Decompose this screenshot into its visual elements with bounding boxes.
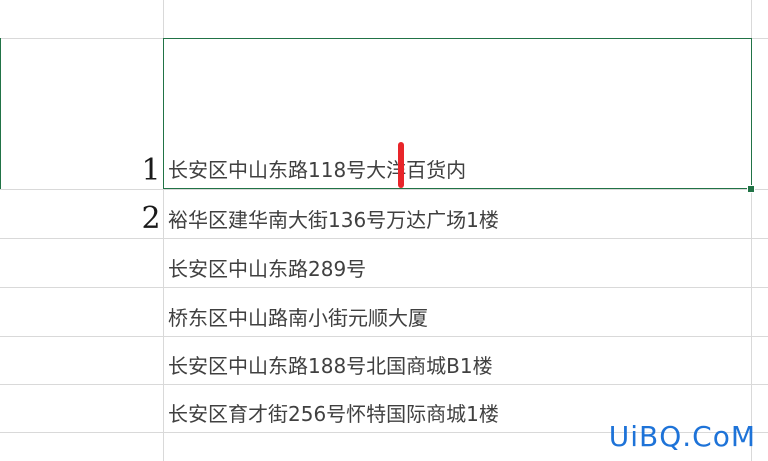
cell-address-3[interactable]: 长安区中山东路289号 (164, 256, 751, 282)
row-divider (0, 189, 768, 190)
row-divider (0, 336, 768, 337)
cell-address-4[interactable]: 桥东区中山路南小街元顺大厦 (164, 305, 751, 331)
annotation-marker-2: 2 (141, 201, 161, 236)
row-divider (0, 238, 768, 239)
cell-address-5[interactable]: 长安区中山东路188号北国商城B1楼 (164, 353, 751, 379)
text-cursor-marker (398, 142, 404, 188)
fill-handle[interactable] (747, 185, 755, 193)
row-divider (0, 287, 768, 288)
cell-address-2[interactable]: 裕华区建华南大街136号万达广场1楼 (164, 207, 751, 233)
annotation-marker-1: 1 (141, 153, 161, 188)
selected-row-indicator (0, 38, 1, 189)
row-divider (0, 384, 768, 385)
cell-address-1[interactable]: 长安区中山东路118号大洋百货内 (164, 157, 751, 183)
site-watermark: UiBQ.CoM (608, 420, 756, 453)
